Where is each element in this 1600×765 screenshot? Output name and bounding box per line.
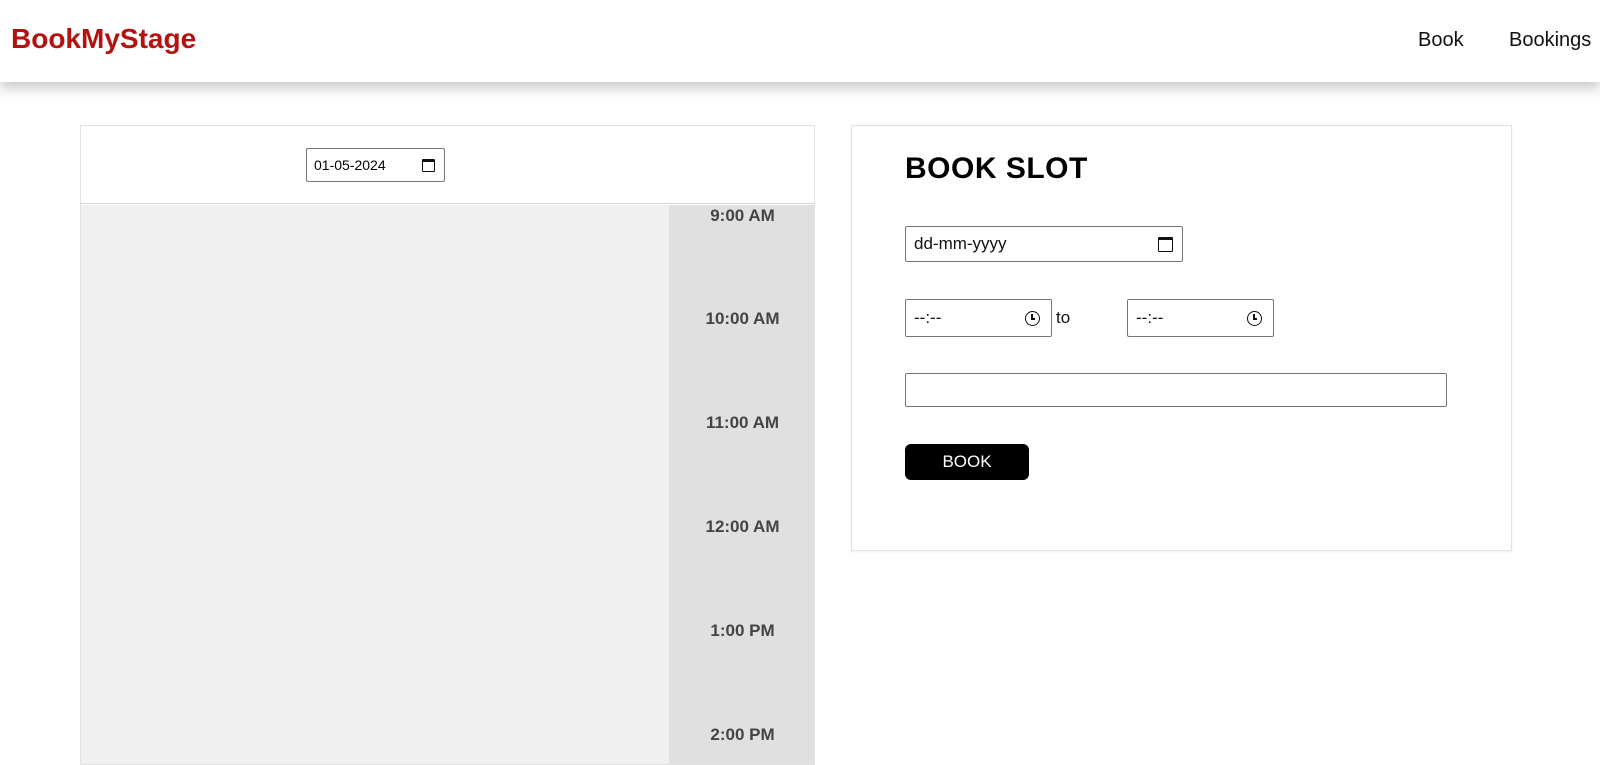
clock-icon[interactable] (1025, 311, 1040, 326)
schedule-date-value: 01-05-2024 (314, 157, 386, 173)
end-time-input[interactable]: --:-- (1127, 299, 1274, 337)
time-label: 11:00 AM (705, 413, 780, 432)
nav-bookings-link[interactable]: Bookings (1509, 28, 1591, 52)
brand-logo[interactable]: BookMyStage (11, 22, 196, 56)
calendar-icon[interactable] (422, 159, 435, 172)
time-label: 1:00 PM (710, 621, 775, 640)
slot-date-placeholder: dd-mm-yyyy (914, 234, 1007, 253)
clock-icon[interactable] (1247, 311, 1262, 326)
end-time-placeholder: --:-- (1136, 308, 1164, 327)
time-label: 12:00 AM (705, 517, 780, 536)
time-column: 9:00 AM 10:00 AM 11:00 AM 12:00 AM 1:00 … (669, 205, 814, 764)
time-label: 10:00 AM (705, 309, 780, 328)
schedule-grid (81, 205, 669, 764)
schedule-header: 01-05-2024 (81, 126, 814, 204)
schedule-date-input[interactable]: 01-05-2024 (306, 148, 445, 182)
schedule-panel: 01-05-2024 9:00 AM 10:00 AM 11:00 AM 12:… (80, 125, 815, 765)
calendar-icon[interactable] (1158, 237, 1173, 252)
book-button[interactable]: BOOK (905, 444, 1029, 480)
time-label: 2:00 PM (710, 725, 775, 744)
nav-book-link[interactable]: Book (1418, 28, 1464, 52)
booking-name-input[interactable] (905, 373, 1447, 407)
slot-date-input[interactable]: dd-mm-yyyy (905, 226, 1183, 262)
navbar: BookMyStage Book Bookings (0, 0, 1600, 82)
page-title: BOOK SLOT (905, 152, 1088, 185)
time-label: 9:00 AM (710, 206, 775, 225)
to-label: to (1056, 308, 1071, 327)
start-time-placeholder: --:-- (914, 308, 942, 327)
start-time-input[interactable]: --:-- (905, 299, 1052, 337)
book-slot-panel: BOOK SLOT dd-mm-yyyy --:-- to --:-- BOOK (851, 125, 1512, 551)
